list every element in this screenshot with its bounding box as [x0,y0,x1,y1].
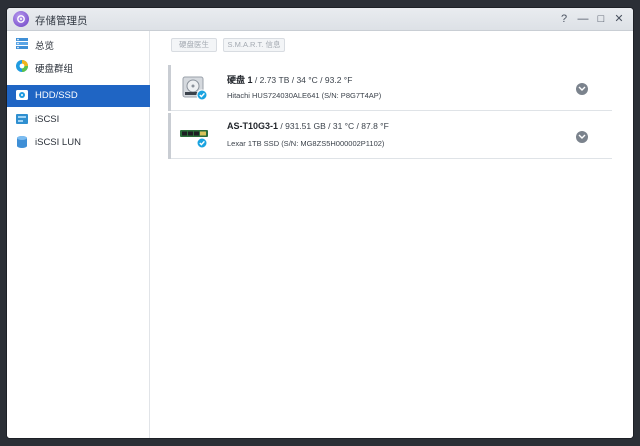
title-bar[interactable]: 存储管理员 ? — □ ✕ [7,8,633,31]
disk-title: 硬盘 1 / 2.73 TB / 34 °C / 93.2 °F [227,73,352,86]
disk-group-icon [15,59,29,73]
disk-row-indicator [168,113,171,159]
sidebar-item-iscsi[interactable]: iSCSI [7,109,150,131]
disk-name: AS-T10G3-1 [227,121,279,131]
disk-title: AS-T10G3-1 / 931.51 GB / 31 °C / 87.8 °F [227,121,389,131]
minimize-button[interactable]: — [576,12,590,26]
iscsi-icon [15,112,29,126]
close-button[interactable]: ✕ [612,12,626,26]
sidebar-item-label: HDD/SSD [35,90,78,101]
sidebar-item-label: 硬盘群组 [35,64,74,75]
sidebar-item-label: iSCSI [35,114,60,125]
smart-info-button[interactable]: S.M.A.R.T. 信息 [223,38,285,52]
iscsi-lun-icon [15,135,29,149]
disk-model: Lexar 1TB SSD (S/N: MG8ZS5H000002P1102) [227,139,385,148]
hdd-drive-icon [180,74,210,102]
sidebar-item-disk-group[interactable]: 硬盘群组 [7,56,150,78]
help-button[interactable]: ? [557,12,571,26]
disk-row[interactable]: 硬盘 1 / 2.73 TB / 34 °C / 93.2 °F Hitachi… [168,65,612,111]
disk-info: / 2.73 TB / 34 °C / 93.2 °F [252,75,353,85]
maximize-button[interactable]: □ [594,12,608,26]
expand-chevron-icon[interactable] [576,131,588,143]
disk-info: / 931.51 GB / 31 °C / 87.8 °F [278,121,389,131]
sidebar-item-hdd-ssd[interactable]: HDD/SSD [7,85,150,107]
main-panel: 硬盘医生 S.M.A.R.T. 信息 硬盘 1 / 2.73 TB / 34 °… [151,31,633,438]
sidebar-item-label: iSCSI LUN [35,137,81,148]
storage-manager-window: 存储管理员 ? — □ ✕ 总览 硬盘群组 HDD/SSD iSCSI iSCS… [7,8,633,438]
hdd-icon [15,88,29,102]
expand-chevron-icon[interactable] [576,83,588,95]
disk-row[interactable]: AS-T10G3-1 / 931.51 GB / 31 °C / 87.8 °F… [168,113,612,159]
disk-row-indicator [168,65,171,111]
window-title: 存储管理员 [35,15,88,27]
disk-doctor-button[interactable]: 硬盘医生 [171,38,217,52]
sidebar-item-label: 总览 [35,41,55,52]
disk-name: 硬盘 1 [227,75,253,85]
overview-icon [15,36,29,50]
storage-manager-app-icon [13,11,29,27]
disk-model: Hitachi HUS724030ALE641 (S/N: P8G7T4AP) [227,91,382,100]
sidebar-item-overview[interactable]: 总览 [7,33,150,55]
sidebar: 总览 硬盘群组 HDD/SSD iSCSI iSCSI LUN [7,31,150,438]
sidebar-item-iscsi-lun[interactable]: iSCSI LUN [7,132,150,154]
ssd-drive-icon [180,122,210,150]
